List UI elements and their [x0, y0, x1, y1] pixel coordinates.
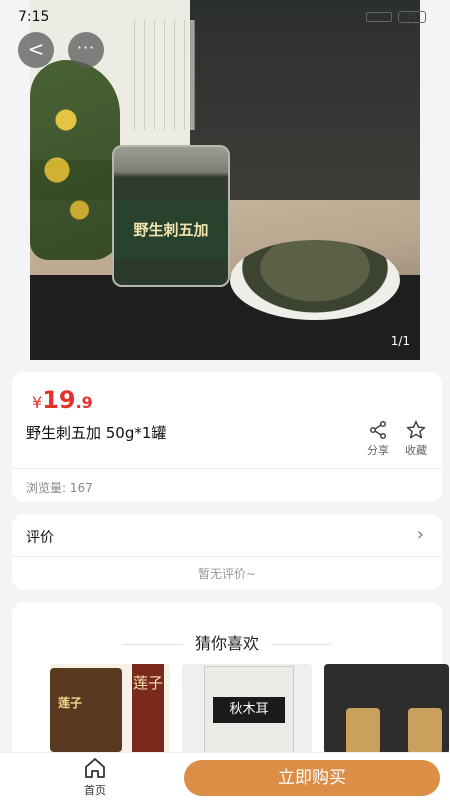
tea-bowl — [230, 240, 400, 320]
favorite-label: 收藏 — [405, 444, 427, 457]
recommend-title: 猜你喜欢 — [12, 630, 442, 654]
jar-label: 野生刺五加 — [114, 199, 228, 259]
recommend-item[interactable]: 莲子 莲子 — [50, 664, 170, 754]
chevron-right-icon[interactable]: › — [417, 524, 424, 545]
product-thumb-label: 莲子 — [58, 696, 83, 710]
product-thumb-label: 秋木耳 — [213, 697, 285, 723]
status-time: 7:15 — [18, 9, 50, 25]
reviews-card: 评价 › 暂无评价~ — [12, 514, 442, 590]
status-icons: 75 — [366, 11, 426, 23]
recommend-item[interactable] — [324, 664, 449, 754]
share-icon — [358, 420, 398, 442]
buy-now-button[interactable]: 立即购买 — [184, 760, 440, 796]
product-info-card: ¥19.9 野生刺五加 50g*1罐 分享 收藏 浏览量: 167 — [12, 372, 442, 502]
more-button[interactable]: ··· — [68, 32, 104, 68]
product-jar: 野生刺五加 — [112, 145, 230, 287]
price-integer: 19 — [42, 386, 76, 414]
product-thumbnail: 莲子 — [50, 668, 122, 752]
plant-decoration — [30, 60, 120, 260]
star-icon — [396, 420, 436, 442]
divider — [12, 468, 442, 469]
home-icon — [85, 758, 105, 778]
product-title: 野生刺五加 50g*1罐 — [26, 424, 167, 442]
bottom-bar: 首页 立即购买 — [0, 752, 450, 800]
more-icon: ··· — [76, 38, 96, 57]
price-decimal: .9 — [75, 393, 93, 412]
product-price: ¥19.9 — [32, 386, 93, 414]
book-text-decoration — [125, 20, 195, 130]
product-thumbnail — [346, 708, 380, 754]
view-count: 浏览量: 167 — [26, 481, 93, 495]
price-currency: ¥ — [32, 393, 43, 412]
image-pager: 1/1 — [390, 334, 410, 348]
home-label: 首页 — [84, 784, 106, 797]
share-label: 分享 — [367, 444, 389, 457]
status-bar: 7:15 75 — [0, 0, 450, 34]
product-thumbnail — [408, 708, 442, 754]
chevron-left-icon: < — [27, 37, 45, 61]
divider — [12, 556, 442, 557]
product-thumbnail: 秋木耳 — [204, 666, 294, 754]
home-tab[interactable]: 首页 — [70, 757, 120, 798]
reviews-empty-text: 暂无评价~ — [197, 567, 257, 581]
share-button[interactable]: 分享 — [358, 420, 398, 458]
product-thumb-tag: 莲子 — [132, 664, 164, 754]
back-button[interactable]: < — [18, 32, 54, 68]
battery-icon: 75 — [398, 11, 426, 23]
reviews-title[interactable]: 评价 — [26, 527, 54, 547]
favorite-button[interactable]: 收藏 — [396, 420, 436, 458]
signal-icon — [366, 12, 392, 22]
recommend-item[interactable]: 秋木耳 — [182, 664, 312, 754]
